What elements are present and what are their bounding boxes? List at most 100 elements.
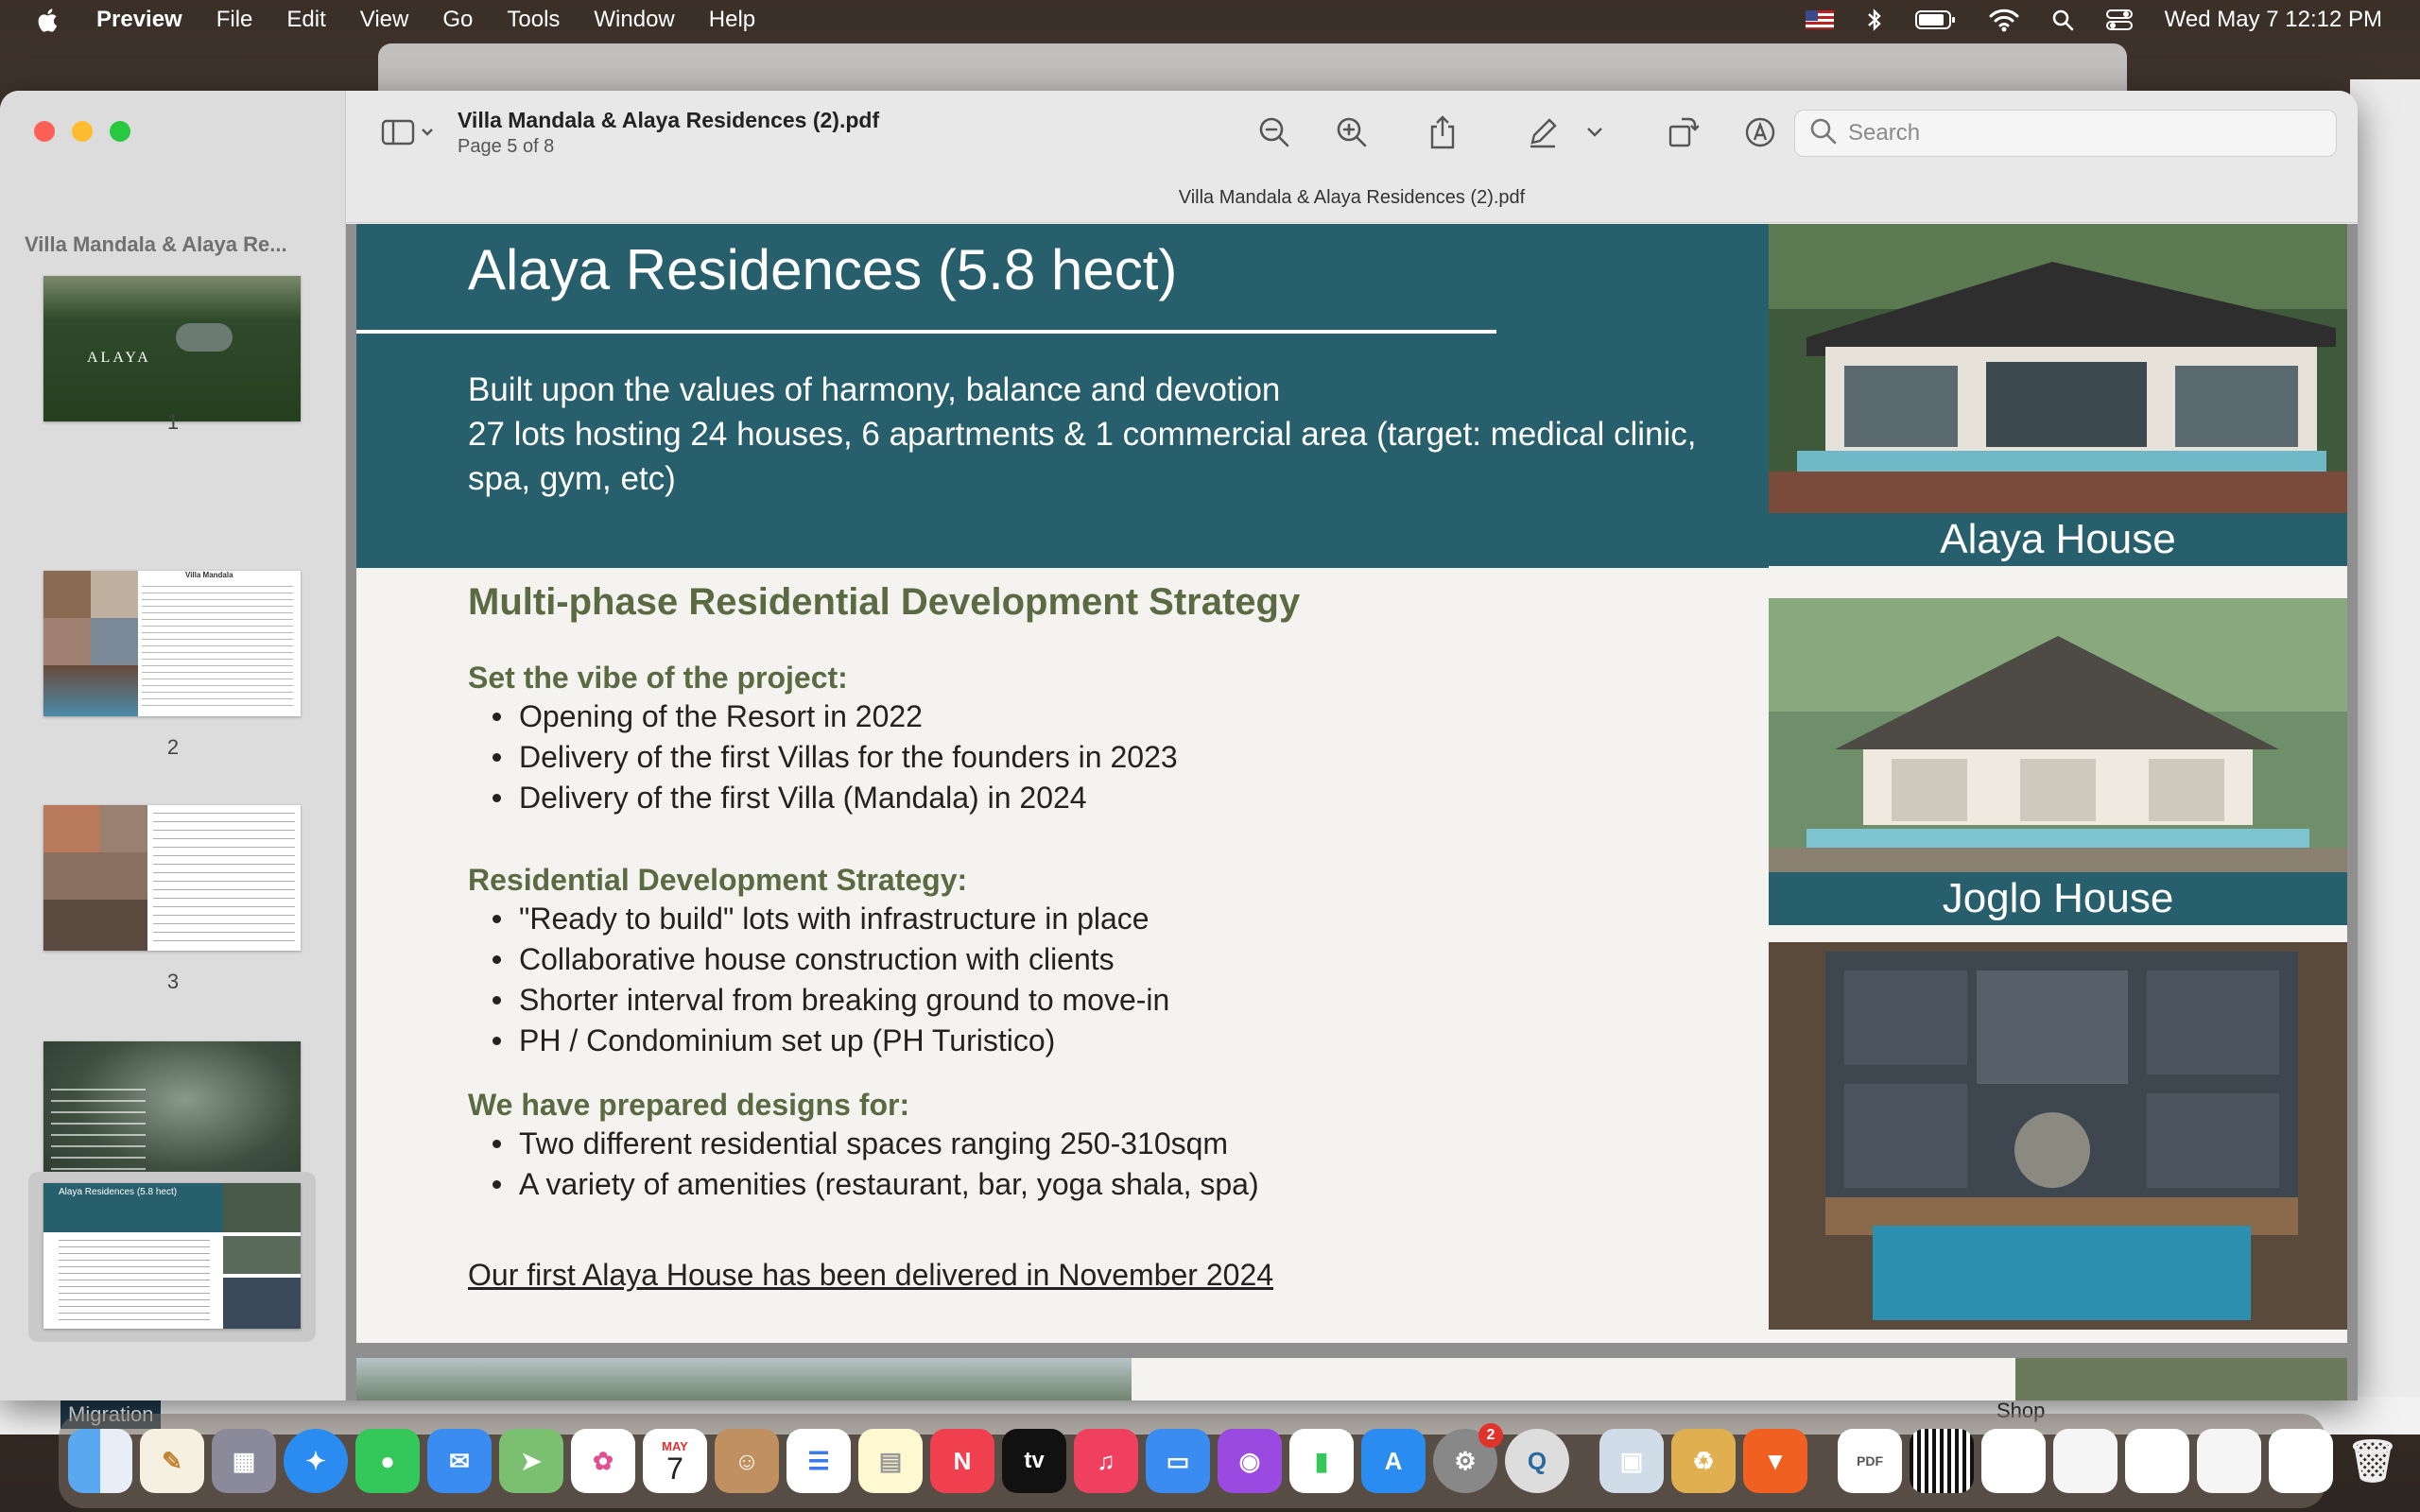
bluetooth-icon[interactable] [1866,7,1883,33]
annotate-icon[interactable] [1739,112,1781,153]
dock-mail-icon[interactable]: ✉ [427,1429,492,1493]
dock-notes-icon[interactable]: ▤ [858,1429,923,1493]
alaya-house-label: Alaya House [1769,513,2347,566]
page-thumbnail-5[interactable]: Alaya Residences (5.8 hect) [43,1183,301,1329]
dock-podcasts-icon[interactable]: ◉ [1218,1429,1282,1493]
bullet-item: Two different residential spaces ranging… [468,1124,1259,1164]
dock-music-icon[interactable]: ♫ [1074,1429,1138,1493]
delivery-note: Our first Alaya House has been delivered… [468,1258,1274,1292]
pdf-page-6-preview [356,1358,2347,1400]
dock-news-icon[interactable]: N [930,1429,994,1493]
battery-icon[interactable] [1914,9,1957,30]
dock-photos-icon[interactable]: ✿ [571,1429,635,1493]
menu-file[interactable]: File [216,7,253,33]
dock-finder-icon[interactable] [68,1429,132,1493]
menu-help[interactable]: Help [709,7,755,33]
dock-document-icon[interactable] [1981,1429,2046,1493]
page-thumbnail-1[interactable]: ALAYA [43,276,301,421]
menu-view[interactable]: View [360,7,409,33]
dock-reminders-icon[interactable]: ☰ [786,1429,851,1493]
search-field[interactable] [1794,110,2337,157]
rotate-icon[interactable] [1662,112,1703,153]
dock-qr-image-icon[interactable] [1910,1429,1974,1493]
dock-pdf-document-icon[interactable]: PDF [1838,1429,1902,1493]
page-thumbnail-4[interactable] [43,1041,301,1187]
joglo-house-label: Joglo House [1769,872,2347,925]
dock-calendar-icon[interactable]: MAY 7 [643,1429,707,1493]
fullscreen-window-button[interactable] [110,121,130,142]
bullet-item: Collaborative house construction with cl… [468,939,1169,980]
dock: ✎ ▦ ✦ ● ✉ ➤ ✿ MAY 7 ☺ ☰ ▤ N tv ♫ ▭ ◉ ▮ A… [59,1414,2399,1508]
dock-quicktime-icon[interactable]: Q [1505,1429,1569,1493]
dock-document-icon[interactable] [2053,1429,2118,1493]
page-thumbnail-2[interactable]: Villa Mandala [43,571,301,716]
settings-badge: 2 [1478,1423,1503,1448]
dock-pencil-app-icon[interactable]: ✎ [140,1429,204,1493]
thumbnail-1-text: ALAYA [87,350,151,366]
menu-go[interactable]: Go [442,7,473,33]
thumbnail-sidebar: Villa Mandala & Alaya Re... ALAYA 1 Vill… [0,91,346,1400]
search-input[interactable] [1848,120,2321,146]
dock-launchpad-icon[interactable]: ▦ [212,1429,276,1493]
menu-window[interactable]: Window [594,7,674,33]
dock-brave-icon[interactable]: ▼ [1743,1429,1807,1493]
dock-keynote-icon[interactable]: ▭ [1146,1429,1210,1493]
menu-edit[interactable]: Edit [286,7,325,33]
dock-recycle-app-icon[interactable]: ♻ [1671,1429,1736,1493]
dock-maps-icon[interactable]: ➤ [499,1429,563,1493]
menu-clock[interactable]: Wed May 7 12:12 PM [2165,7,2382,33]
toolbar: Villa Mandala & Alaya Residences (2).pdf… [346,91,2358,223]
intro-line-2: 27 lots hosting 24 houses, 6 apartments … [468,416,1697,497]
bullet-item: "Ready to build" lots with infrastructur… [468,899,1169,939]
control-center-icon[interactable] [2105,9,2133,31]
section-heading-designs: We have prepared designs for: [468,1088,910,1122]
dock-trash-icon[interactable]: 🗑 [2341,1429,2405,1493]
share-icon[interactable] [1422,112,1463,153]
dock-document-icon[interactable] [2197,1429,2261,1493]
title-underline [356,330,1496,334]
window-controls [34,121,130,142]
bullet-item: PH / Condominium set up (PH Turistico) [468,1021,1169,1061]
apple-menu-icon[interactable] [36,6,62,34]
wifi-icon[interactable] [1989,8,2019,32]
close-window-button[interactable] [34,121,55,142]
dock-system-settings-icon[interactable]: ⚙ 2 [1433,1423,1503,1493]
zoom-out-icon[interactable] [1253,112,1295,153]
slide-title-banner: Alaya Residences (5.8 hect) Built upon t… [356,224,1769,568]
floor-plan-render [1769,942,2347,1330]
bullet-item: Delivery of the first Villas for the fou… [468,737,1178,778]
dock-preview-icon[interactable]: ▣ [1599,1429,1664,1493]
thumbnail-number-2: 2 [166,735,180,759]
page-thumbnail-3[interactable] [43,805,301,951]
menu-tools[interactable]: Tools [507,7,560,33]
slide-title: Alaya Residences (5.8 hect) [468,238,1178,301]
dock-apple-tv-icon[interactable]: tv [1002,1429,1066,1493]
dock-document-icon[interactable] [2269,1429,2333,1493]
dock-document-icon[interactable] [2125,1429,2189,1493]
strategy-heading: Multi-phase Residential Development Stra… [468,581,1301,623]
page-indicator: Page 5 of 8 [458,136,555,157]
input-source-flag-icon[interactable] [1805,10,1834,29]
thumbnail-number-1: 1 [166,410,180,434]
dock-app-store-icon[interactable]: A [1361,1429,1426,1493]
document-view[interactable]: Alaya Residences (5.8 hect) Built upon t… [346,224,2358,1400]
dock-numbers-icon[interactable]: ▮ [1289,1429,1354,1493]
dock-contacts-icon[interactable]: ☺ [715,1429,779,1493]
dock-messages-icon[interactable]: ● [355,1429,420,1493]
markup-options-chevron-icon[interactable] [1581,112,1609,153]
document-tab-title: Villa Mandala & Alaya Residences (2).pdf [1178,187,1526,208]
dock-safari-icon[interactable]: ✦ [284,1429,348,1493]
pdf-page-5: Alaya Residences (5.8 hect) Built upon t… [356,224,2347,1343]
section-heading-residential: Residential Development Strategy: [468,863,968,897]
alaya-house-photo [1769,224,2347,513]
sidebar-toggle-icon[interactable] [378,112,444,153]
markup-pen-icon[interactable] [1522,112,1564,153]
bullet-list-designs: Two different residential spaces ranging… [468,1124,1259,1205]
zoom-in-icon[interactable] [1331,112,1373,153]
spotlight-search-icon[interactable] [2051,9,2074,31]
minimize-window-button[interactable] [72,121,93,142]
menu-app-name[interactable]: Preview [96,7,182,33]
tv-label: tv [1024,1448,1045,1473]
slide-intro: Built upon the values of harmony, balanc… [468,368,1697,501]
joglo-house-photo [1769,598,2347,872]
